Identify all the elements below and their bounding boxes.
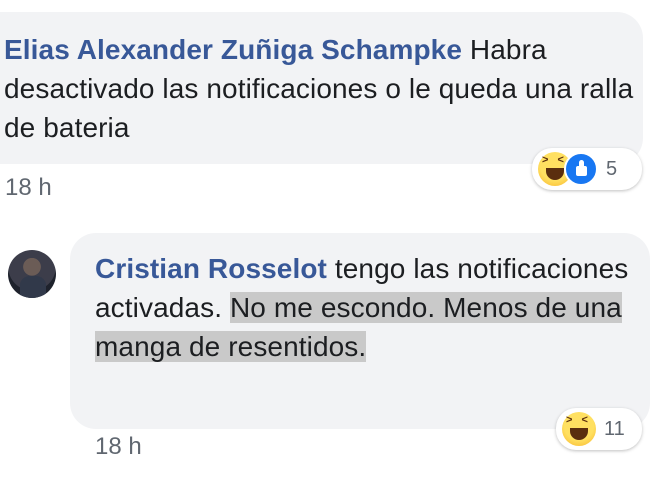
like-icon [564,152,598,186]
reaction-count: 11 [604,417,625,440]
comment-text: Elias Alexander Zuñiga Schampke Habra de… [4,30,644,147]
comment-text: Cristian Rosselot tengo las notificacion… [95,249,650,366]
comment-bubble: Cristian Rosselot tengo las notificacion… [70,233,650,429]
comment-author[interactable]: Cristian Rosselot [95,253,327,284]
reactions-summary[interactable]: 11 [556,408,642,450]
comment-author[interactable]: Elias Alexander Zuñiga Schampke [4,34,462,65]
comment-timestamp[interactable]: 18 h [5,174,52,202]
reaction-count: 5 [606,157,618,180]
avatar[interactable] [8,250,56,298]
reactions-summary[interactable]: 5 [532,148,642,190]
comment-timestamp[interactable]: 18 h [95,433,142,461]
haha-icon [562,412,596,446]
comment-bubble: Elias Alexander Zuñiga Schampke Habra de… [0,12,643,164]
